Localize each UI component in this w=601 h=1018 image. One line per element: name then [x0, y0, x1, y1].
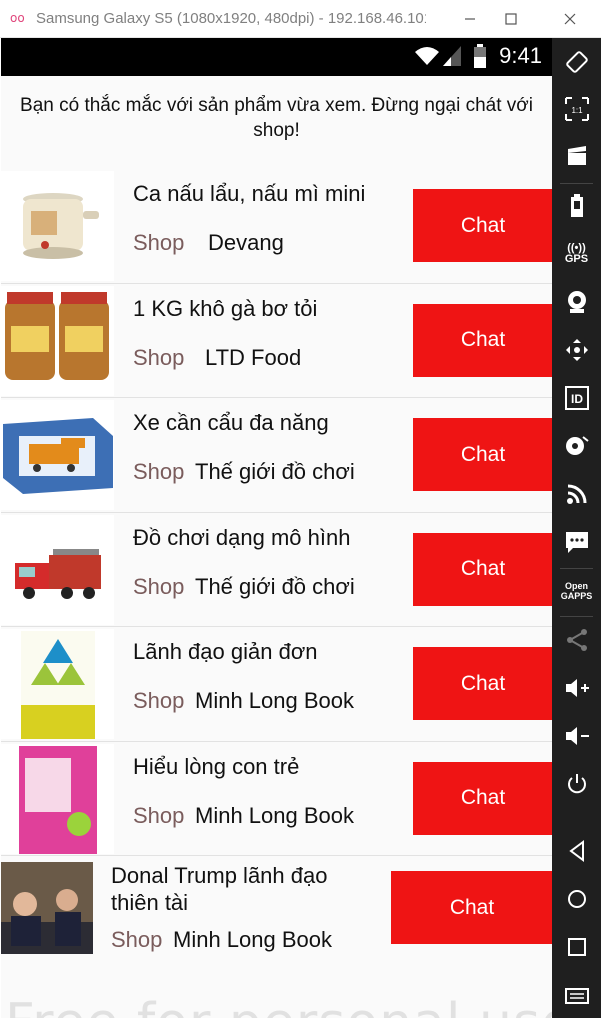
- battery-icon: [473, 44, 487, 74]
- shop-name: Thế giới đồ chơi: [195, 459, 355, 484]
- close-icon[interactable]: [555, 4, 585, 34]
- sms-icon[interactable]: [552, 522, 601, 562]
- shop-label: Shop: [111, 927, 163, 952]
- shop-name: Minh Long Book: [173, 927, 332, 952]
- window-title: Samsung Galaxy S5 (1080x1920, 480dpi) - …: [36, 10, 426, 27]
- toy-crane-icon[interactable]: [1, 400, 114, 510]
- opengapps-icon[interactable]: Open GAPPS: [552, 571, 601, 611]
- minimize-icon[interactable]: [455, 4, 485, 34]
- list-item[interactable]: Ca nấu lẩu, nấu mì mini Shop Devang Chat: [1, 169, 552, 284]
- watermark-text: Free for personal use: [5, 993, 552, 1018]
- battery-tool-icon[interactable]: [552, 186, 601, 226]
- shop-name: Minh Long Book: [195, 688, 354, 713]
- emulator-window: oo Samsung Galaxy S5 (1080x1920, 480dpi)…: [0, 0, 601, 1018]
- status-bar: 9:41: [1, 38, 552, 76]
- wifi-icon: [414, 45, 440, 72]
- shop-label: Shop: [133, 573, 185, 599]
- product-name: Đồ chơi dạng mô hình: [133, 524, 351, 550]
- chat-button[interactable]: Chat: [413, 418, 552, 491]
- move-icon[interactable]: [552, 330, 601, 370]
- phone-screen: 9:41 Bạn có thắc mắc với sản phẩm vừa xe…: [1, 38, 552, 1018]
- product-name: Xe cần cẩu đa năng: [133, 410, 329, 435]
- chat-button[interactable]: Chat: [413, 189, 552, 262]
- shop-label: Shop: [133, 688, 185, 713]
- gps-icon[interactable]: ((•)) GPS: [552, 234, 601, 274]
- back-icon[interactable]: [552, 831, 601, 871]
- shop-name: LTD Food: [205, 344, 302, 370]
- share-icon[interactable]: [552, 620, 601, 660]
- electric-pot-icon[interactable]: [1, 171, 114, 281]
- shop-name: Minh Long Book: [195, 802, 354, 828]
- chat-button[interactable]: Chat: [413, 532, 552, 606]
- list-item[interactable]: Donal Trump lãnh đạo thiên tài Shop Minh…: [1, 856, 552, 986]
- maximize-icon[interactable]: [496, 4, 526, 34]
- shop-label: Shop: [133, 344, 185, 370]
- recent-apps-icon[interactable]: [552, 927, 601, 967]
- toy-firetruck-icon[interactable]: [1, 514, 114, 625]
- product-name: 1 KG khô gà bơ tỏi: [133, 295, 318, 321]
- list-item[interactable]: Lãnh đạo giản đơn Shop Minh Long Book Ch…: [1, 627, 552, 742]
- chat-button[interactable]: Chat: [391, 871, 552, 944]
- app-logo-icon: oo: [10, 11, 25, 25]
- book-photo-icon[interactable]: [1, 862, 93, 954]
- chat-button[interactable]: Chat: [413, 303, 552, 377]
- home-icon[interactable]: [552, 879, 601, 919]
- media-icon[interactable]: [552, 426, 601, 466]
- scale-icon[interactable]: 1:1: [552, 89, 601, 129]
- product-name: Donal Trump lãnh đạo thiên tài: [111, 863, 328, 915]
- menu-icon[interactable]: [552, 975, 601, 1015]
- rotate-icon[interactable]: [552, 42, 601, 82]
- svg-text:ID: ID: [571, 392, 583, 406]
- food-jar-icon[interactable]: [1, 285, 114, 396]
- emulator-toolbar: 1:1 ((•)) GPS ID Open GAPPS: [552, 38, 601, 1018]
- volume-down-icon[interactable]: [552, 716, 601, 756]
- volume-up-icon[interactable]: [552, 668, 601, 708]
- product-list: Ca nấu lẩu, nấu mì mini Shop Devang Chat: [1, 169, 552, 986]
- product-name: Lãnh đạo giản đơn: [133, 639, 318, 664]
- shop-name: Thế giới đồ chơi: [195, 573, 355, 599]
- title-bar: oo Samsung Galaxy S5 (1080x1920, 480dpi)…: [0, 0, 601, 38]
- signal-icon: [441, 44, 463, 73]
- shop-label: Shop: [133, 459, 185, 484]
- status-time: 9:41: [499, 43, 542, 68]
- chat-button[interactable]: Chat: [413, 761, 552, 835]
- shop-label: Shop: [133, 802, 185, 828]
- scale-label: 1:1: [571, 106, 583, 115]
- chat-button[interactable]: Chat: [413, 647, 552, 720]
- product-name: Ca nấu lẩu, nấu mì mini: [133, 181, 366, 206]
- product-name: Hiểu lòng con trẻ: [133, 753, 300, 779]
- book-cover-icon[interactable]: [1, 743, 114, 854]
- device-id-icon[interactable]: ID: [552, 378, 601, 418]
- list-item[interactable]: Đồ chơi dạng mô hình Shop Thế giới đồ ch…: [1, 512, 552, 627]
- list-item[interactable]: 1 KG khô gà bơ tỏi Shop LTD Food Chat: [1, 283, 552, 398]
- shop-label: Shop: [133, 230, 185, 255]
- power-icon[interactable]: [552, 764, 601, 804]
- list-item[interactable]: Xe cần cẩu đa năng Shop Thế giới đồ chơi…: [1, 398, 552, 513]
- list-item[interactable]: Hiểu lòng con trẻ Shop Minh Long Book Ch…: [1, 741, 552, 856]
- screen-record-icon[interactable]: [552, 136, 601, 176]
- rss-icon[interactable]: [552, 474, 601, 514]
- book-cover-icon[interactable]: [1, 629, 114, 739]
- chat-prompt-text: Bạn có thắc mắc với sản phẩm vừa xem. Đừ…: [20, 95, 533, 141]
- shop-name: Devang: [208, 230, 284, 255]
- camera-icon[interactable]: [552, 282, 601, 322]
